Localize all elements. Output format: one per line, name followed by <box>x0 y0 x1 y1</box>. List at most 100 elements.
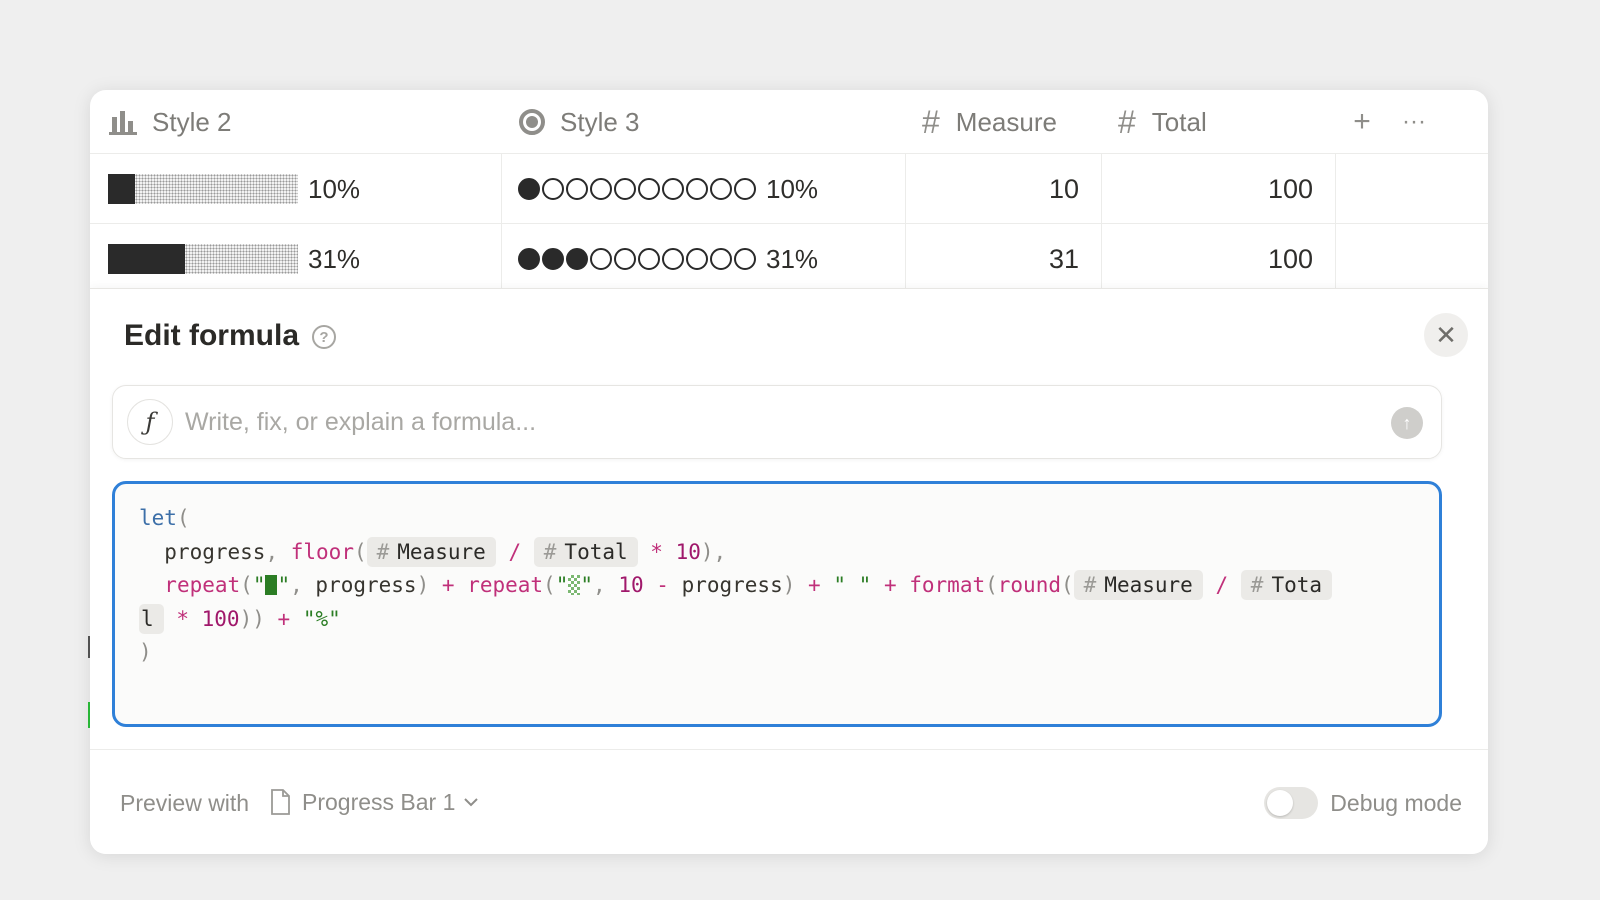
property-chip[interactable]: # Measure <box>366 536 496 567</box>
column-header-total[interactable]: # Total <box>1118 90 1338 154</box>
dot-empty <box>590 178 612 200</box>
measure-cell[interactable]: 10 <box>906 154 1102 224</box>
property-chip[interactable]: # Tota <box>1240 570 1333 600</box>
code-line-2: progress, floor(# Measure / # Total * 10), <box>139 536 1439 570</box>
panel-footer: Preview with Progress Bar 1 Debug mode <box>90 749 1488 854</box>
dot-empty <box>638 248 660 270</box>
dot-empty <box>614 248 636 270</box>
code-line-3: repeat(" ", progress) + repeat(" ", 10 - p… <box>139 569 1439 603</box>
edit-formula-panel: Edit formula ? ✕ ƒ ↑ let( progress, floo… <box>90 288 1488 854</box>
column-header-style3[interactable]: Style 3 <box>518 90 898 154</box>
bar-chart-icon <box>108 109 138 135</box>
dot-empty <box>566 178 588 200</box>
dot-filled <box>518 178 540 200</box>
table-row[interactable]: 31% 31% 31 100 <box>90 224 1488 294</box>
measure-value: 31 <box>1048 243 1079 274</box>
progress-dots <box>518 178 756 200</box>
style2-cell[interactable]: 10% <box>90 154 502 224</box>
dot-empty <box>686 248 708 270</box>
ai-formula-input[interactable] <box>185 407 1365 437</box>
progress-text: 10% <box>308 173 361 204</box>
close-icon: ✕ <box>1435 319 1457 350</box>
hash-icon: # <box>1118 103 1136 140</box>
debug-mode: Debug mode <box>1264 786 1462 820</box>
measure-cell[interactable]: 31 <box>906 224 1102 294</box>
property-chip[interactable]: # Measure <box>1073 570 1203 600</box>
dot-filled <box>566 248 588 270</box>
dot-filled <box>518 248 540 270</box>
progress-bar-rest <box>135 174 298 204</box>
formula-ai-icon: ƒ <box>127 399 173 445</box>
plus-icon: + <box>1353 105 1371 138</box>
panel-title: Edit formula <box>124 319 300 352</box>
shade-block-glyph <box>568 575 581 595</box>
code-variable: progress <box>164 539 266 564</box>
column-header-measure[interactable]: # Measure <box>922 90 1112 154</box>
database-card: Style 2 Style 3 # Measure # Total + ··· <box>90 90 1488 854</box>
column-label: Style 3 <box>560 106 640 137</box>
close-button[interactable]: ✕ <box>1424 313 1468 357</box>
total-value: 100 <box>1267 243 1313 274</box>
dot-empty <box>710 248 732 270</box>
progress-text: 31% <box>766 243 819 274</box>
style3-cell[interactable]: 10% <box>502 154 906 224</box>
progress-bar <box>108 244 298 274</box>
more-options-button[interactable]: ··· <box>1394 90 1434 154</box>
debug-mode-toggle[interactable] <box>1264 787 1319 819</box>
dot-empty <box>662 248 684 270</box>
debug-mode-label: Debug mode <box>1330 789 1462 816</box>
code-function: floor <box>290 539 354 564</box>
toggle-knob <box>1267 790 1294 816</box>
chevron-down-icon <box>463 797 479 807</box>
dot-empty <box>734 248 756 270</box>
progress-bar <box>108 174 298 204</box>
code-function: repeat <box>164 573 241 597</box>
arrow-up-icon: ↑ <box>1402 412 1412 433</box>
table-row[interactable]: 10% 10% 10 100 <box>90 154 1488 224</box>
dot-empty <box>734 178 756 200</box>
total-cell[interactable]: 100 <box>1102 154 1336 224</box>
preview-label: Preview with <box>120 790 250 816</box>
progress-text: 31% <box>308 243 361 274</box>
preview-page-name: Progress Bar 1 <box>302 788 456 815</box>
property-chip-wrap[interactable]: l <box>139 603 164 634</box>
total-cell[interactable]: 100 <box>1102 224 1336 294</box>
hash-icon: # <box>922 103 940 140</box>
total-value: 100 <box>1267 173 1313 204</box>
measure-value: 10 <box>1048 173 1079 204</box>
progress-bar-fill <box>108 244 185 274</box>
dot-empty <box>662 178 684 200</box>
style2-cell[interactable]: 31% <box>90 224 502 294</box>
code-number: 10 <box>675 539 701 564</box>
style3-cell[interactable]: 31% <box>502 224 906 294</box>
send-button[interactable]: ↑ <box>1391 407 1423 439</box>
add-column-button[interactable]: + <box>1342 90 1382 154</box>
dot-filled <box>542 248 564 270</box>
code-line-5: ) <box>139 640 152 664</box>
table-header: Style 2 Style 3 # Measure # Total + ··· <box>90 90 1488 154</box>
progress-text: 10% <box>766 173 819 204</box>
status-circle-icon <box>518 108 546 136</box>
dot-empty <box>686 178 708 200</box>
code-keyword: let <box>139 506 177 530</box>
ai-formula-box[interactable]: ƒ ↑ <box>112 385 1442 459</box>
dot-empty <box>590 248 612 270</box>
column-label: Measure <box>955 106 1057 137</box>
code-line-1: let( <box>139 506 190 530</box>
progress-bar-rest <box>185 244 298 274</box>
question-icon[interactable]: ? <box>312 325 336 349</box>
formula-editor[interactable]: let( progress, floor(# Measure / # Total *… <box>112 481 1442 727</box>
progress-bar-fill <box>108 174 135 204</box>
page-icon <box>270 789 290 815</box>
dot-empty <box>542 178 564 200</box>
dot-empty <box>710 178 732 200</box>
dot-empty <box>638 178 660 200</box>
column-header-style2[interactable]: Style 2 <box>108 90 498 154</box>
code-line-4: l * 100)) + "%" <box>139 603 1439 637</box>
preview-page-select[interactable]: Progress Bar 1 <box>270 786 479 818</box>
more-icon: ··· <box>1402 108 1426 135</box>
property-chip[interactable]: # Total <box>533 536 638 567</box>
column-label: Total <box>1151 106 1207 137</box>
dot-empty <box>614 178 636 200</box>
column-label: Style 2 <box>152 106 232 137</box>
